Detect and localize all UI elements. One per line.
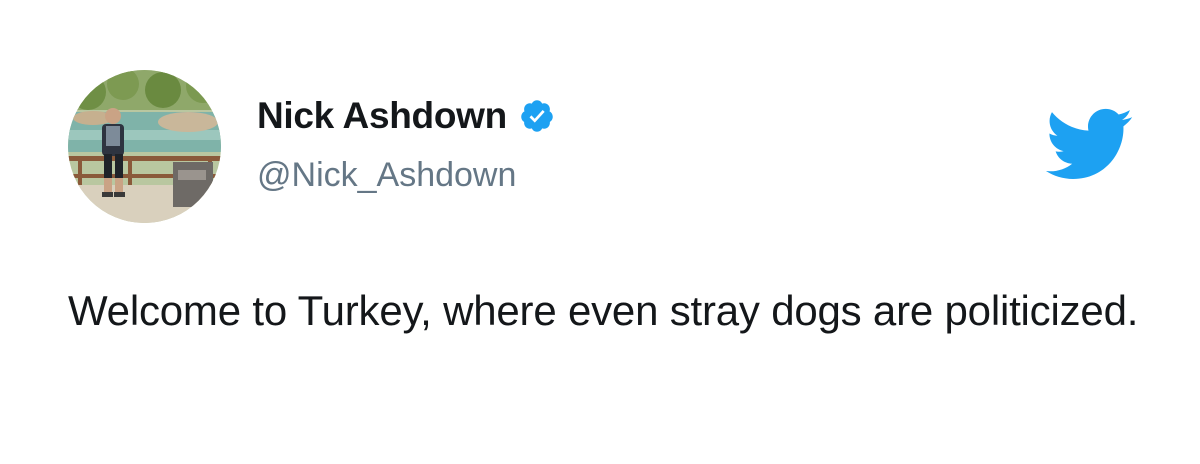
author-name-row: Nick Ashdown: [257, 92, 555, 140]
verified-badge-icon: [519, 98, 555, 134]
author-handle[interactable]: @Nick_Ashdown: [257, 152, 516, 198]
avatar-photo: [68, 70, 221, 223]
author-display-name[interactable]: Nick Ashdown: [257, 92, 507, 140]
avatar[interactable]: [68, 70, 221, 223]
twitter-bird-icon[interactable]: [1042, 106, 1134, 182]
tweet-text: Welcome to Turkey, where even stray dogs…: [68, 287, 1139, 334]
tweet-card: Nick Ashdown @Nick_Ashdown Welcome to Tu…: [0, 0, 1200, 464]
